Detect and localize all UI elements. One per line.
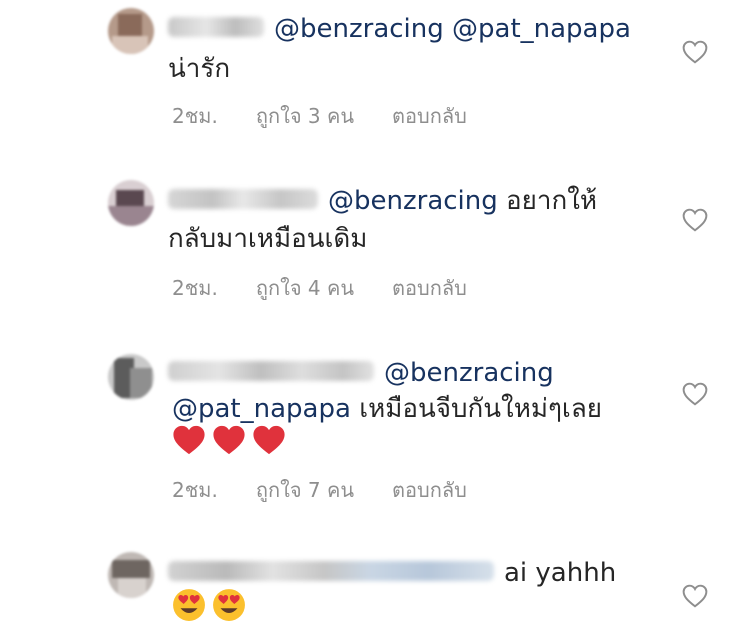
- heart-eyes-emoji: [173, 589, 205, 621]
- timestamp: 2ชม.: [172, 276, 218, 300]
- comment-line-1: @benzracing @pat_napapa: [168, 12, 631, 46]
- comment-meta: 2ชม. ถูกใจ 7 คน ตอบกลับ: [172, 474, 505, 506]
- mention-link[interactable]: @benzracing: [384, 358, 554, 388]
- red-heart-emoji: [173, 425, 205, 455]
- comment-line-2: @pat_napapa เหมือนจีบกันใหม่ๆเลย: [172, 392, 602, 426]
- timestamp: 2ชม.: [172, 104, 218, 128]
- comment-text: กลับมาเหมือนเดิม: [168, 224, 368, 254]
- mention-link[interactable]: @pat_napapa: [452, 14, 631, 44]
- red-heart-emoji: [213, 425, 245, 455]
- avatar[interactable]: [108, 180, 154, 226]
- comment-meta: 2ชม. ถูกใจ 3 คน ตอบกลับ: [172, 100, 505, 132]
- username-blurred[interactable]: [168, 188, 318, 209]
- avatar[interactable]: [108, 354, 154, 400]
- comment-text: น่ารัก: [168, 54, 231, 84]
- likes-count[interactable]: ถูกใจ 3 คน: [256, 104, 354, 128]
- mention-link[interactable]: @pat_napapa: [172, 394, 351, 424]
- comment-line-1: @benzracing: [168, 356, 554, 390]
- reply-button[interactable]: ตอบกลับ: [392, 478, 467, 502]
- heart-outline-icon[interactable]: [682, 40, 708, 64]
- mention-link[interactable]: @benzracing: [328, 186, 498, 216]
- likes-count[interactable]: ถูกใจ 4 คน: [256, 276, 354, 300]
- avatar[interactable]: [108, 8, 154, 54]
- heart-eyes-emoji-row: [172, 588, 252, 622]
- comment-line-1: @benzracing อยากให้: [168, 184, 597, 218]
- heart-outline-icon[interactable]: [682, 584, 708, 608]
- comment-meta: 2ชม. ถูกใจ 4 คน ตอบกลับ: [172, 272, 505, 304]
- heart-eyes-emoji: [213, 589, 245, 621]
- comment-text: อยากให้: [506, 186, 598, 216]
- reply-button[interactable]: ตอบกลับ: [392, 276, 467, 300]
- comment-text: เหมือนจีบกันใหม่ๆเลย: [359, 394, 602, 424]
- username-blurred[interactable]: [168, 360, 374, 381]
- heart-outline-icon[interactable]: [682, 208, 708, 232]
- likes-count[interactable]: ถูกใจ 7 คน: [256, 478, 354, 502]
- red-heart-emoji-row: [172, 424, 292, 456]
- heart-outline-icon[interactable]: [682, 382, 708, 406]
- timestamp: 2ชม.: [172, 478, 218, 502]
- reply-button[interactable]: ตอบกลับ: [392, 104, 467, 128]
- mention-link[interactable]: @benzracing: [274, 14, 444, 44]
- avatar[interactable]: [108, 552, 154, 598]
- comment-line-1: ai yahhh: [168, 556, 616, 590]
- username-blurred[interactable]: [168, 560, 494, 581]
- username-blurred[interactable]: [168, 16, 264, 37]
- red-heart-emoji: [253, 425, 285, 455]
- comment-text: ai yahhh: [504, 558, 617, 588]
